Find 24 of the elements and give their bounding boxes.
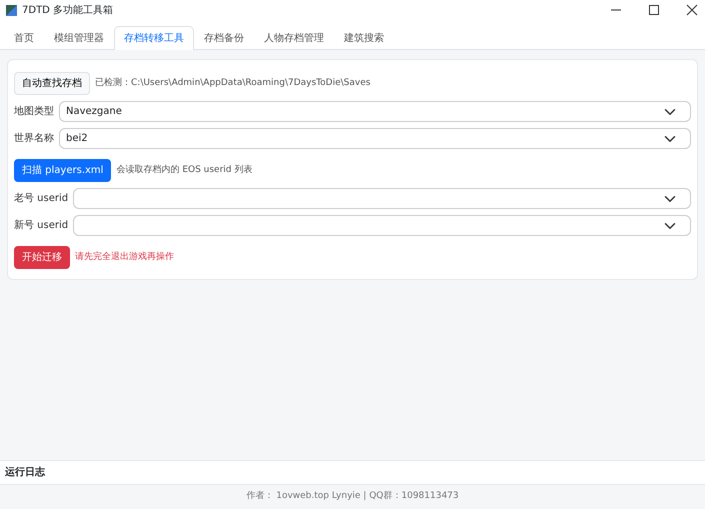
warning-text: 请先完全退出游戏再操作 <box>75 250 174 264</box>
scan-button[interactable]: 扫描 players.xml <box>14 159 112 182</box>
tab[interactable]: 人物存档管理 <box>254 26 334 50</box>
world-name-select[interactable]: bei2 <box>59 128 691 149</box>
start-button[interactable]: 开始迁移 <box>14 246 70 269</box>
maximize-icon[interactable] <box>647 3 661 17</box>
hint-text: 会读取存档内的 EOS userid 列表 <box>116 164 252 177</box>
field-label: 新号 userid <box>14 218 68 233</box>
auto-find-button[interactable]: 自动查找存档 <box>14 72 90 95</box>
log-title: 运行日志 <box>5 466 45 478</box>
app-icon <box>6 4 17 16</box>
footer-text: 作者： 1ovweb.top Lynyie | QQ群：1098113473 <box>246 490 459 500</box>
tab[interactable]: 模组管理器 <box>44 26 114 50</box>
field-label: 地图类型 <box>14 104 54 119</box>
tab[interactable]: 建筑搜索 <box>334 26 394 50</box>
map-type-select[interactable]: Navezgane <box>59 101 691 122</box>
detected-path-text: 已检测：C:\Users\Admin\AppData\Roaming\7DaysToDie\Saves <box>95 76 370 90</box>
field-label: 老号 userid <box>14 192 68 206</box>
tab[interactable]: 首页 <box>4 26 44 50</box>
window-title: 7DTD 多功能工具箱 <box>22 4 114 18</box>
close-icon[interactable] <box>685 3 699 17</box>
tab[interactable]: 存档转移工具 <box>114 26 194 50</box>
tab[interactable]: 存档备份 <box>194 26 254 50</box>
field-label: 世界名称 <box>14 132 54 146</box>
